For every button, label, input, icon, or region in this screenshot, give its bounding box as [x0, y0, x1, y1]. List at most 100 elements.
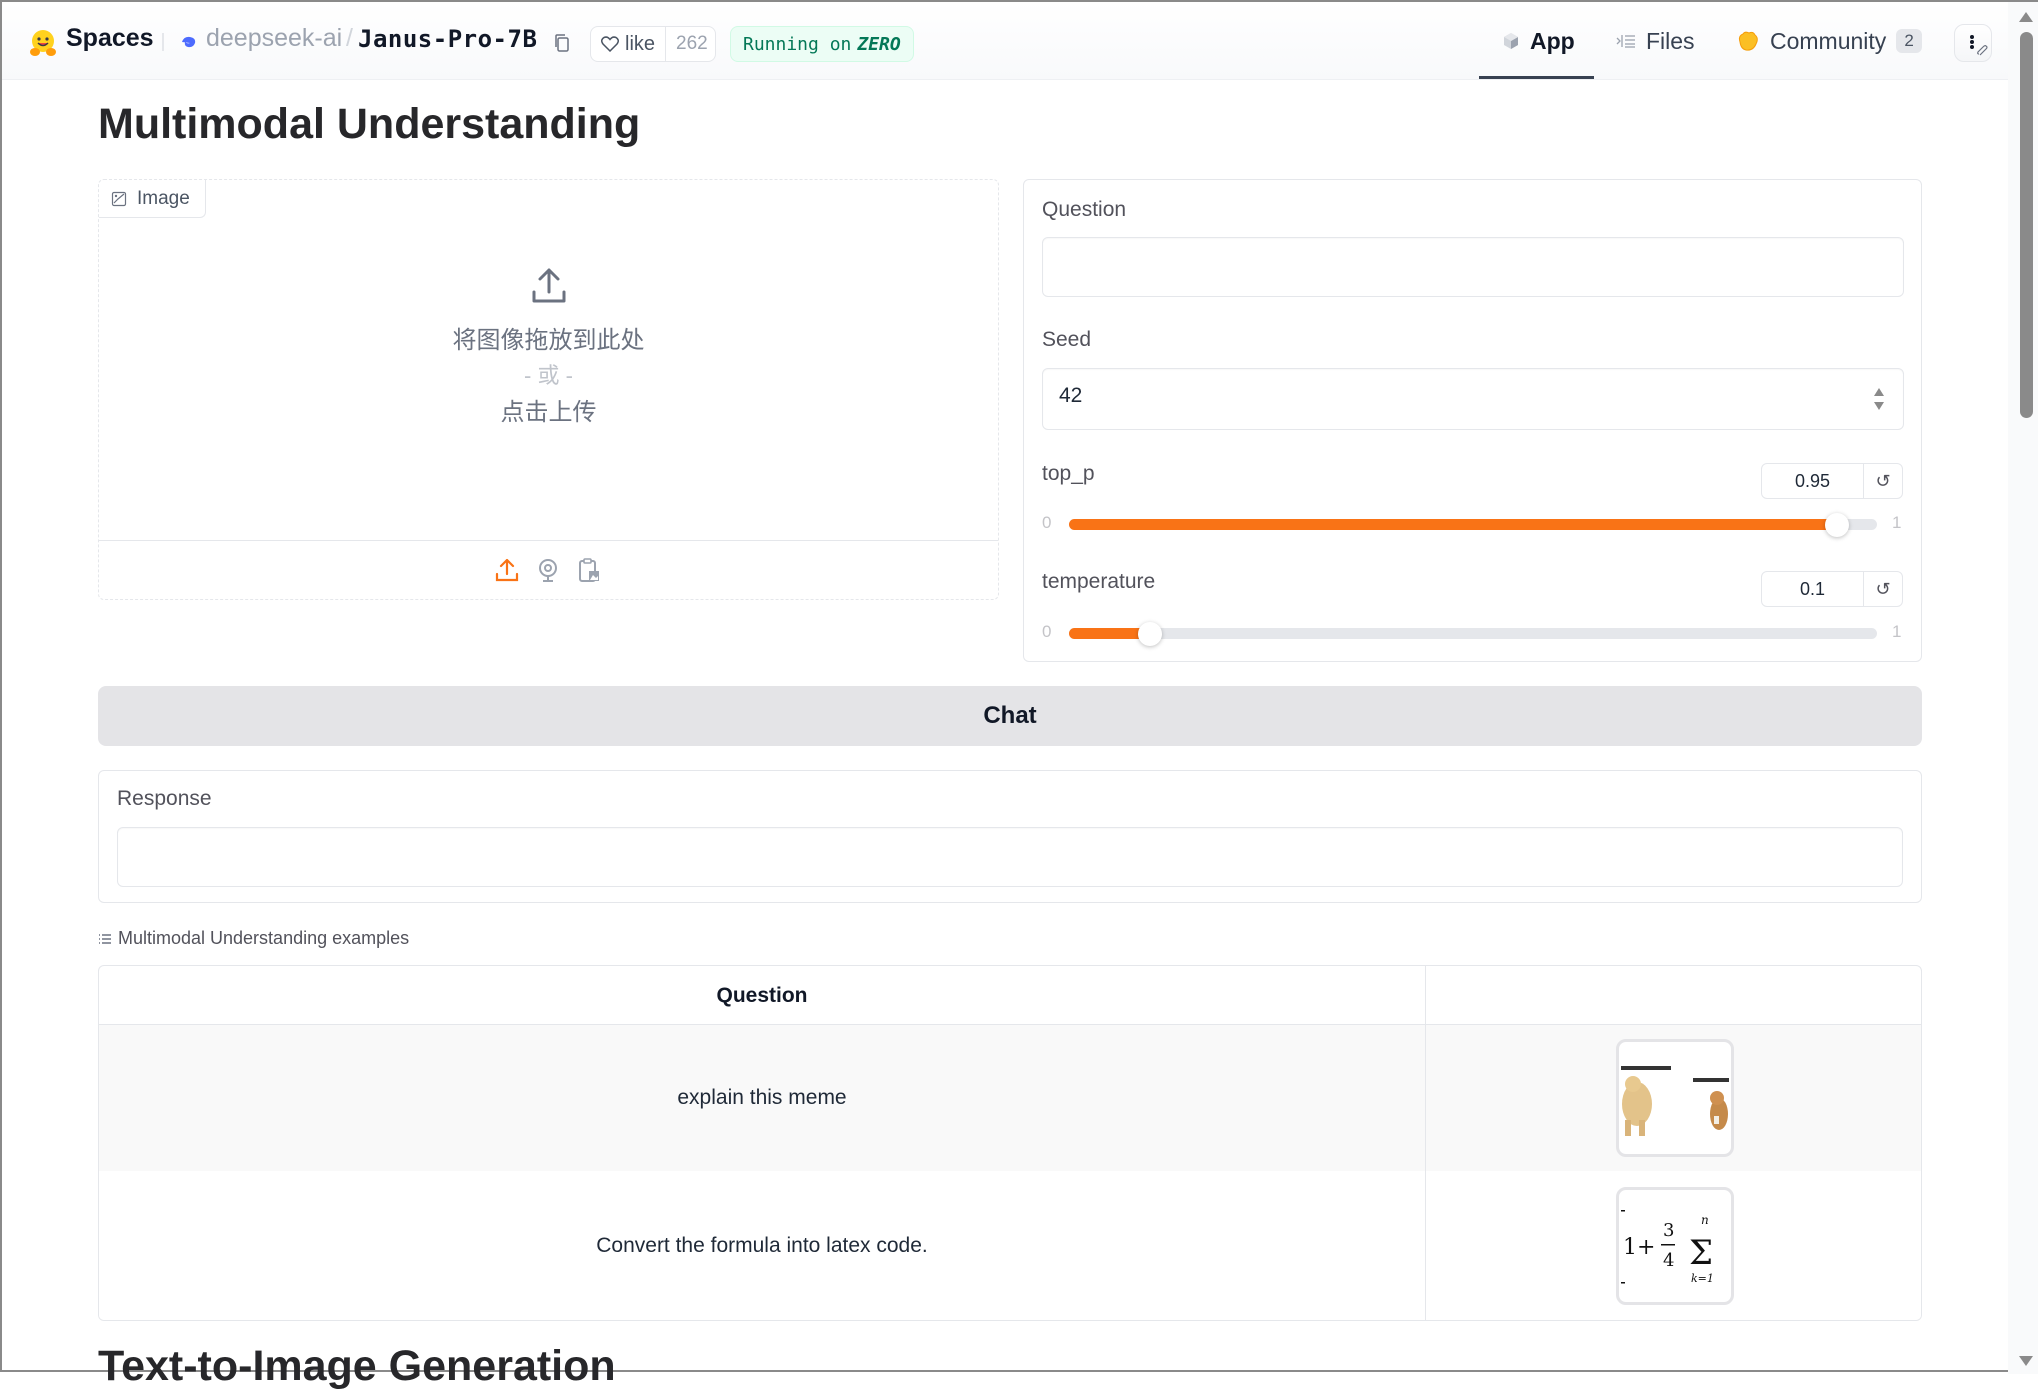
- reset-icon[interactable]: ↺: [1864, 572, 1902, 606]
- response-label: Response: [117, 787, 212, 810]
- temperature-value[interactable]: 0.1: [1762, 572, 1864, 606]
- webcam-icon[interactable]: [535, 557, 561, 583]
- svg-text:1: 1: [1623, 1235, 1637, 1260]
- slider-min: 0: [1042, 622, 1052, 641]
- svg-text:3: 3: [1663, 1220, 1674, 1241]
- section-title: Text-to-Image Generation: [98, 1342, 616, 1390]
- top-p-value[interactable]: 0.95: [1762, 464, 1864, 498]
- clapping-hands-icon: [1738, 31, 1758, 51]
- slider-track[interactable]: [1069, 513, 1877, 537]
- example-question[interactable]: Convert the formula into latex code.: [99, 1171, 1425, 1320]
- temperature-number-input[interactable]: 0.1 ↺: [1761, 571, 1903, 607]
- tab-label: Files: [1646, 27, 1695, 54]
- column-divider: [1425, 966, 1426, 1024]
- top-nav-bar: Spaces deepseek-ai / Janus-Pro-7B like 2…: [2, 2, 2008, 80]
- slider-thumb[interactable]: [1824, 513, 1849, 537]
- copy-icon[interactable]: [553, 33, 571, 53]
- scroll-down-arrow-icon[interactable]: [2019, 1356, 2033, 1366]
- image-drop-zone[interactable]: 将图像拖放到此处 - 或 - 点击上传: [99, 218, 998, 540]
- reset-icon[interactable]: ↺: [1864, 464, 1902, 498]
- slider-fill: [1069, 519, 1837, 530]
- slider-max: 1: [1892, 622, 1902, 641]
- image-block-label: Image: [99, 180, 206, 218]
- seed-input[interactable]: 42: [1042, 368, 1904, 430]
- repo-name-link[interactable]: Janus-Pro-7B: [358, 25, 537, 53]
- upload-icon: [532, 268, 566, 303]
- column-header-image: [1426, 966, 1921, 1025]
- like-count[interactable]: 262: [666, 33, 718, 55]
- tab-label: App: [1530, 27, 1575, 54]
- image-icon: [111, 191, 127, 206]
- tab-community[interactable]: Community 2: [1736, 24, 1922, 58]
- formula-image-icon: 1 + 3 4 n Σ k=1: [1620, 1210, 1714, 1285]
- image-label-text: Image: [137, 187, 190, 209]
- section-title: Multimodal Understanding: [98, 100, 641, 148]
- more-options-button[interactable]: [1954, 24, 1992, 62]
- scrollbar-thumb[interactable]: [2020, 32, 2033, 418]
- top-p-label: top_p: [1042, 462, 1095, 485]
- org-link[interactable]: deepseek-ai: [206, 24, 342, 53]
- meme-thumbnail[interactable]: [1615, 1039, 1734, 1157]
- question-label: Question: [1042, 198, 1127, 221]
- scroll-up-arrow-icon[interactable]: [2019, 12, 2033, 22]
- response-panel: Response: [98, 770, 1922, 903]
- seed-value: 42: [1059, 384, 1083, 407]
- examples-table: Question explain this meme Convert the f…: [98, 965, 1922, 1321]
- top-p-slider[interactable]: 0 1: [1042, 509, 1902, 539]
- drop-instructions: 将图像拖放到此处: [452, 327, 645, 354]
- examples-label: Multimodal Understanding examples: [118, 928, 410, 948]
- runtime-hardware: ZERO: [857, 33, 901, 55]
- seed-label: Seed: [1042, 328, 1092, 351]
- table-row[interactable]: Convert the formula into latex code. 1 +…: [99, 1171, 1921, 1320]
- image-source-toolbar: [99, 540, 998, 600]
- hugging-face-logo-icon[interactable]: [28, 28, 58, 58]
- svg-text:k=1: k=1: [1691, 1272, 1714, 1285]
- question-input[interactable]: [1042, 237, 1904, 297]
- or-divider-text: - 或 -: [524, 363, 573, 388]
- runtime-label: Running on: [743, 33, 852, 55]
- chat-button[interactable]: Chat: [98, 686, 1922, 746]
- vertical-dots-icon: [1970, 35, 1988, 56]
- slider-thumb[interactable]: [1137, 622, 1162, 646]
- examples-header: Multimodal Understanding examples: [98, 928, 409, 949]
- slider-track[interactable]: [1069, 622, 1877, 646]
- click-to-upload-text: 点击上传: [500, 399, 597, 426]
- active-tab-indicator: [1479, 76, 1594, 79]
- svg-text:Σ: Σ: [1689, 1233, 1713, 1273]
- slider-max: 1: [1892, 513, 1902, 532]
- deepseek-whale-icon: [182, 36, 196, 48]
- svg-text:+: +: [1637, 1235, 1655, 1260]
- tab-files[interactable]: Files: [1616, 24, 1695, 58]
- parameters-panel: Question Seed 42 top_p 0.95 ↺ 0 1 temper…: [1023, 179, 1922, 662]
- files-icon: [1616, 35, 1635, 48]
- spaces-link[interactable]: Spaces: [66, 24, 154, 53]
- tab-app[interactable]: App: [1502, 24, 1575, 58]
- image-upload-panel[interactable]: Image 将图像拖放到此处 - 或 - 点击上传: [98, 179, 999, 600]
- slider-min: 0: [1042, 513, 1052, 532]
- number-spinner-icon[interactable]: [1873, 385, 1885, 413]
- table-row[interactable]: explain this meme: [99, 1025, 1921, 1171]
- example-question[interactable]: explain this meme: [99, 1025, 1425, 1171]
- discussion-count-badge: 2: [1896, 29, 1922, 53]
- temperature-label: temperature: [1042, 570, 1156, 593]
- response-output[interactable]: [117, 827, 1903, 887]
- upload-icon[interactable]: [494, 557, 520, 583]
- clipboard-icon[interactable]: [576, 557, 602, 583]
- svg-text:n: n: [1701, 1213, 1709, 1227]
- table-header: Question: [99, 966, 1921, 1025]
- runtime-badge[interactable]: Running on ZERO: [730, 26, 914, 62]
- svg-text:4: 4: [1663, 1250, 1674, 1271]
- heart-icon: [601, 36, 619, 52]
- like-button[interactable]: like 262: [590, 26, 716, 62]
- top-p-number-input[interactable]: 0.95 ↺: [1761, 463, 1903, 499]
- temperature-slider[interactable]: 0 1: [1042, 618, 1902, 648]
- formula-thumbnail[interactable]: 1 + 3 4 n Σ k=1: [1615, 1187, 1734, 1305]
- cube-icon: [1504, 33, 1518, 49]
- like-label: like: [625, 32, 656, 55]
- list-icon: [99, 933, 111, 944]
- breadcrumb-separator: /: [346, 24, 353, 52]
- divider: [162, 33, 164, 51]
- tab-label: Community: [1770, 27, 1887, 54]
- doge-meme-image-icon: [1620, 1066, 1729, 1136]
- column-header-question: Question: [716, 984, 808, 1007]
